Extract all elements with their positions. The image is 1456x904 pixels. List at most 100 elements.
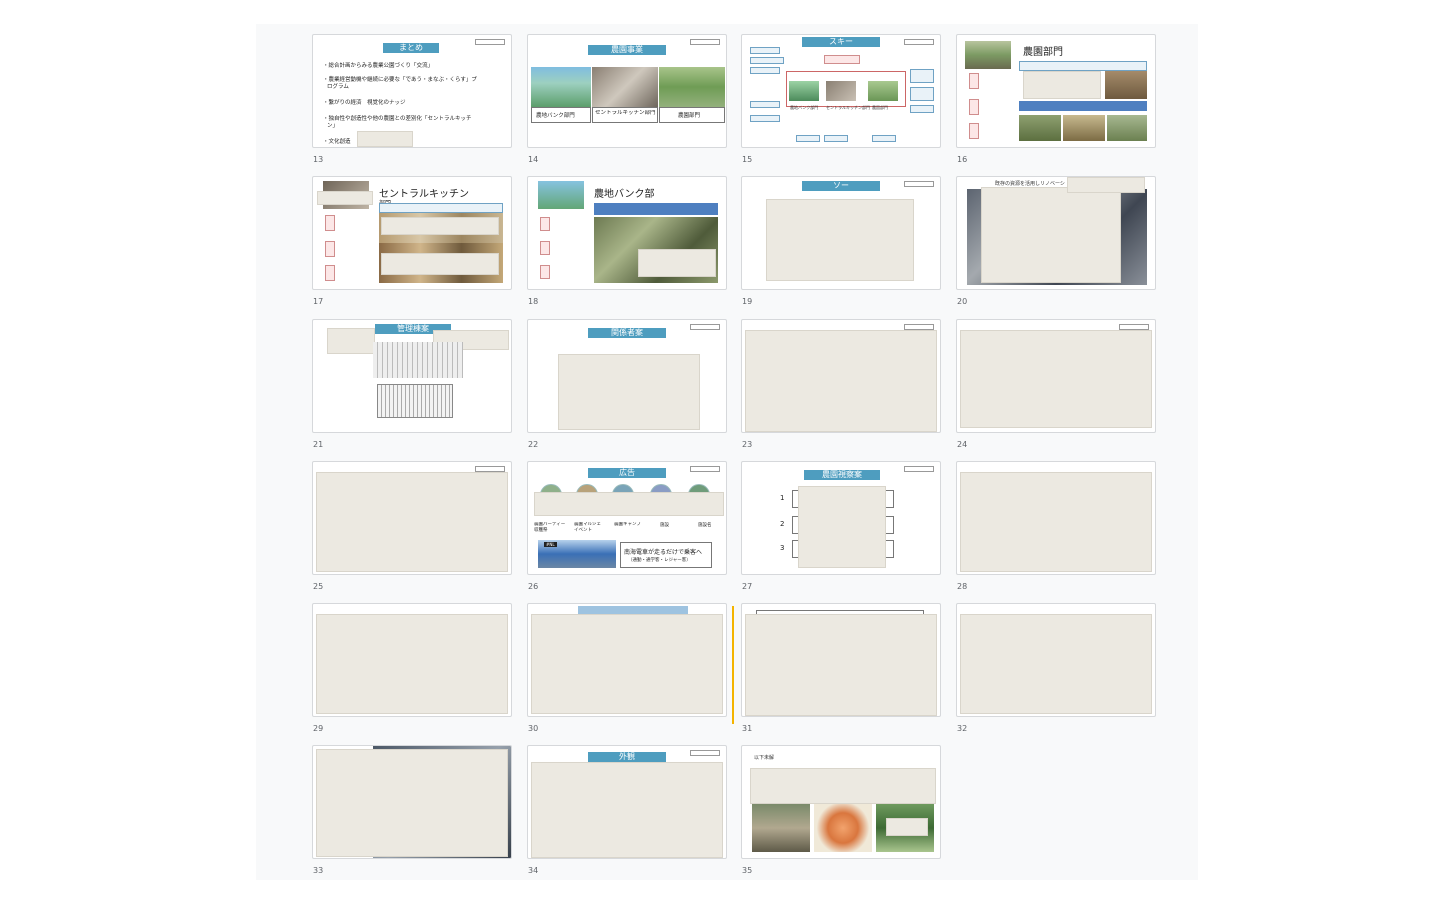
slide-tag <box>475 39 505 45</box>
diagram-box <box>910 105 934 113</box>
slide-title: 既存の資源を活用しリノベーシ <box>995 181 1065 187</box>
caption: セントラルキッチン部門 <box>595 110 656 116</box>
slide-13-thumbnail[interactable]: まとめ ・総合計画からみる農業公園づくり「交流」 ・農業経営動機や継続に必要な「… <box>312 34 512 148</box>
diagram-box <box>824 55 860 64</box>
redaction-box <box>317 191 373 205</box>
info-band <box>1019 61 1147 71</box>
ad-banner-text: 南海電車が走るだけで乗客へ <box>624 549 703 556</box>
slide-19-thumbnail[interactable]: ソー <box>741 176 941 290</box>
ad-banner-subtext: （通勤・通学客・レジャー客） <box>628 558 691 563</box>
caption: 農園部門 <box>678 113 701 119</box>
ad-tag: #NL <box>544 542 557 547</box>
slide-number: 31 <box>742 724 753 733</box>
slide-30-thumbnail[interactable] <box>527 603 727 717</box>
slide-number: 13 <box>313 155 324 164</box>
farm-photo <box>1019 115 1061 141</box>
slide-number: 26 <box>528 582 539 591</box>
redaction-box <box>316 614 508 714</box>
slide-17-thumbnail[interactable]: セントラルキッチン 部門 <box>312 176 512 290</box>
diagram-label: 農地バンク部門 <box>790 105 819 110</box>
slide-number: 33 <box>313 866 324 875</box>
slide-16-thumbnail[interactable]: 農園部門 <box>956 34 1156 148</box>
redaction-box <box>960 614 1152 714</box>
redaction-box <box>745 614 937 716</box>
diagram-label: セントラルキッチン部門 <box>826 105 870 110</box>
slide-26-thumbnail[interactable]: 広告 農園パーティー収穫祭 農園マルシェイベント 農園キャンプ 施設 施設名 #… <box>527 461 727 575</box>
bullet-line: ・独自性や創造性や他の農園との差別化「セントラルキッチ <box>323 116 472 122</box>
slide-number: 15 <box>742 155 753 164</box>
label-box <box>969 73 979 89</box>
slide-23-thumbnail[interactable] <box>741 319 941 433</box>
slide-number: 27 <box>742 582 753 591</box>
slide-number: 34 <box>528 866 539 875</box>
caption: 農地バンク部門 <box>536 113 575 119</box>
ad-caption: 施設 <box>660 523 669 528</box>
slide-number: 21 <box>313 440 324 449</box>
slide-24-thumbnail[interactable] <box>956 319 1156 433</box>
bullet-line: ・農業経営動機や継続に必要な「であう・まなぶ・くらす」プ <box>323 77 477 83</box>
redaction-box <box>1023 71 1101 99</box>
slide-number: 23 <box>742 440 753 449</box>
ad-caption: 農園パーティー収穫祭 <box>534 522 566 533</box>
farm-photo <box>1063 115 1105 141</box>
slide-35-thumbnail[interactable]: 以下未解 <box>741 745 941 859</box>
slide-29-thumbnail[interactable] <box>312 603 512 717</box>
slide-33-thumbnail[interactable] <box>312 745 512 859</box>
slide-tag <box>690 750 720 756</box>
slide-title-badge: 広告 <box>588 468 666 478</box>
redaction-box <box>981 187 1121 283</box>
farm-photo <box>1107 115 1147 141</box>
food-photo <box>814 804 872 852</box>
slide-title-badge: 農園事業 <box>588 45 666 55</box>
slide-number: 25 <box>313 582 324 591</box>
slide-15-thumbnail[interactable]: スキー セントラルキッチン部門 農地バンク部門 農園部門 <box>741 34 941 148</box>
slide-title-band <box>578 606 688 614</box>
bullet-line: ・繋がりの経済 視覚化のナッジ <box>323 100 406 106</box>
slide-22-thumbnail[interactable]: 関係者案 <box>527 319 727 433</box>
diagram-photo <box>789 81 819 101</box>
slide-21-thumbnail[interactable]: 管理棟案 <box>312 319 512 433</box>
diagram-box <box>750 47 780 54</box>
diagram-box <box>750 115 780 122</box>
redaction-box <box>638 249 716 277</box>
redaction-box <box>886 818 928 836</box>
slide-title-badge: まとめ <box>383 43 439 53</box>
label-box <box>325 215 335 231</box>
slide-tag <box>904 39 934 45</box>
redaction-box <box>750 768 936 804</box>
field-photo <box>752 804 810 852</box>
slide-tag <box>904 181 934 187</box>
farm-photo <box>1105 71 1147 99</box>
ad-caption: 施設名 <box>698 523 712 528</box>
slide-32-thumbnail[interactable] <box>956 603 1156 717</box>
row-number: 2 <box>780 520 785 528</box>
slide-20-thumbnail[interactable]: 既存の資源を活用しリノベーシ <box>956 176 1156 290</box>
redaction-box <box>357 131 413 147</box>
bullet-line: ン」 <box>327 123 339 129</box>
slide-title-badge: 外観 <box>588 752 666 762</box>
redaction-box <box>531 762 723 858</box>
slide-31-thumbnail[interactable] <box>741 603 941 717</box>
diagram-box <box>910 87 934 101</box>
slide-title: 農地バンク部 <box>594 189 655 200</box>
label-box <box>540 217 550 231</box>
slide-number: 35 <box>742 866 753 875</box>
slide-title: 農園部門 <box>1023 47 1063 58</box>
diagram-photo <box>826 81 856 101</box>
slide-number: 19 <box>742 297 753 306</box>
redaction-box <box>531 614 723 714</box>
redaction-box <box>316 472 508 572</box>
slide-25-thumbnail[interactable] <box>312 461 512 575</box>
slide-18-thumbnail[interactable]: 農地バンク部 <box>527 176 727 290</box>
info-band <box>1019 101 1147 111</box>
redaction-box <box>960 330 1152 428</box>
row-number: 3 <box>780 544 785 552</box>
slide-number: 16 <box>957 155 968 164</box>
slide-34-thumbnail[interactable]: 外観 <box>527 745 727 859</box>
slide-28-thumbnail[interactable] <box>956 461 1156 575</box>
redaction-box <box>1067 177 1145 193</box>
slide-27-thumbnail[interactable]: 農園視察案 1 2 3 <box>741 461 941 575</box>
slide-14-thumbnail[interactable]: 農園事業 農地バンク部門 セントラルキッチン部門 農園部門 <box>527 34 727 148</box>
redaction-box <box>745 330 937 432</box>
building-sketch <box>377 384 453 418</box>
